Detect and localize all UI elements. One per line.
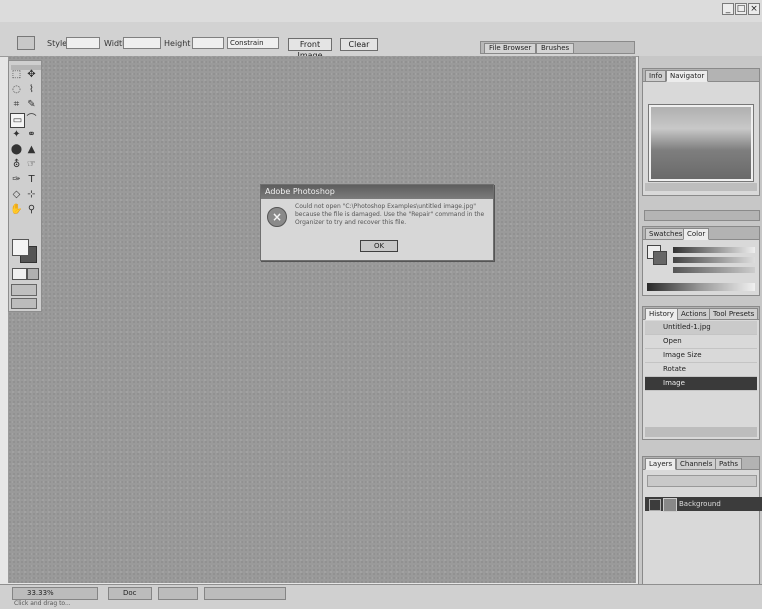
pen-icon[interactable]: ◇	[10, 188, 23, 201]
color-panel: Swatches Color	[642, 226, 760, 296]
tab-paths[interactable]: Paths	[715, 458, 743, 470]
marquee-icon[interactable]: ⬚	[10, 68, 23, 81]
layers-tabbar: Layers Channels Paths	[643, 457, 759, 470]
close-window-button[interactable]: ×	[748, 3, 760, 15]
marquee-tool-icon[interactable]	[17, 36, 35, 50]
color-slider-b[interactable]	[673, 267, 755, 273]
height-label: Height	[164, 39, 191, 48]
history-item-open[interactable]: Open	[645, 335, 757, 349]
tab-tool-presets[interactable]: Tool Presets	[709, 308, 759, 320]
well-tab-brushes[interactable]: Brushes	[536, 43, 575, 54]
jump-to-imageready-icon[interactable]	[11, 298, 37, 309]
tab-swatches[interactable]: Swatches	[645, 228, 687, 240]
navigator-zoom-slider[interactable]	[645, 183, 757, 191]
layers-panel: Layers Channels Paths Background	[642, 456, 762, 604]
history-item-rotate[interactable]: Rotate	[645, 363, 757, 377]
front-image-button[interactable]: Front Image	[288, 38, 332, 60]
tab-color[interactable]: Color	[683, 228, 710, 240]
eraser-icon[interactable]: ⬤	[10, 143, 23, 156]
move-icon[interactable]: ✥	[25, 68, 38, 81]
status-item-3[interactable]	[158, 587, 198, 600]
status-zoom[interactable]: 33.33%	[12, 587, 98, 600]
dodge-icon[interactable]: ☞	[25, 158, 38, 171]
status-text: Click and drag to...	[14, 600, 71, 607]
blur-icon[interactable]: ⛢	[10, 158, 23, 171]
error-icon: ×	[267, 207, 287, 227]
color-slider-r[interactable]	[673, 247, 755, 253]
well-tab-file-browser[interactable]: File Browser	[484, 43, 537, 54]
lasso-icon[interactable]: ◌	[10, 83, 23, 96]
history-brush-icon[interactable]: ⚭	[25, 128, 38, 141]
crop-icon[interactable]: ⌗	[10, 98, 23, 111]
status-doc[interactable]: Doc	[108, 587, 152, 600]
clear-button[interactable]: Clear	[340, 38, 378, 51]
tab-actions[interactable]: Actions	[677, 308, 711, 320]
color-ramp[interactable]	[647, 283, 755, 291]
layer-blend-mode[interactable]	[647, 475, 757, 487]
navigator-panel: Info Navigator	[642, 68, 760, 196]
history-footer	[645, 427, 757, 437]
navigator-footer	[644, 210, 760, 221]
history-tabbar: History Actions Tool Presets	[643, 307, 759, 320]
constrain-select[interactable]: Constrain	[227, 37, 279, 49]
dialog-message: Could not open "C:\Photoshop Examples\un…	[295, 203, 485, 226]
history-list: Untitled-1.jpg Open Image Size Rotate Im…	[645, 321, 757, 391]
maximize-button[interactable]: □	[735, 3, 747, 15]
history-item-image[interactable]: Image	[645, 377, 757, 391]
hand-icon[interactable]: ✋	[10, 203, 23, 216]
color-bg-swatch[interactable]	[653, 251, 667, 265]
clone-stamp-icon[interactable]: ✦	[10, 128, 23, 141]
width-field[interactable]	[123, 37, 161, 49]
slice-icon[interactable]: ✎	[25, 98, 38, 111]
navigator-tabbar: Info Navigator	[643, 69, 759, 82]
color-tabbar: Swatches Color	[643, 227, 759, 240]
minimize-button[interactable]: _	[722, 3, 734, 15]
magic-wand-icon[interactable]: ⌇	[25, 83, 38, 96]
path-selection-icon[interactable]: ✑	[10, 173, 23, 186]
navigator-thumbnail[interactable]	[649, 105, 753, 181]
ok-button[interactable]: OK	[360, 240, 398, 252]
history-snapshot[interactable]: Untitled-1.jpg	[645, 321, 757, 335]
style-field[interactable]	[66, 37, 100, 49]
tab-channels[interactable]: Channels	[676, 458, 717, 470]
palette-well: File Browser Brushes	[480, 41, 635, 54]
history-panel: History Actions Tool Presets Untitled-1.…	[642, 306, 760, 440]
tab-layers[interactable]: Layers	[645, 458, 677, 470]
layer-thumbnail	[663, 498, 677, 512]
tab-navigator[interactable]: Navigator	[666, 70, 709, 82]
standard-mode-icon[interactable]	[12, 268, 27, 280]
foreground-color-swatch[interactable]	[12, 239, 29, 256]
zoom-icon[interactable]: ⚲	[25, 203, 38, 216]
dialog-title: Adobe Photoshop	[261, 185, 493, 199]
healing-brush-icon[interactable]: ▭	[10, 113, 25, 128]
menu-bar	[0, 0, 762, 23]
tab-info[interactable]: Info	[645, 70, 667, 82]
type-icon[interactable]: T	[25, 173, 38, 186]
style-label: Style	[47, 39, 68, 48]
eye-icon[interactable]	[649, 499, 661, 511]
tab-history[interactable]: History	[645, 308, 678, 320]
history-item-image-size[interactable]: Image Size	[645, 349, 757, 363]
screen-mode-icon[interactable]	[11, 284, 37, 296]
error-dialog: Adobe Photoshop × Could not open "C:\Pho…	[260, 184, 494, 261]
shape-icon[interactable]: ⊹	[25, 188, 38, 201]
color-slider-g[interactable]	[673, 257, 755, 263]
status-item-4[interactable]	[204, 587, 286, 600]
height-field[interactable]	[192, 37, 224, 49]
brush-icon[interactable]: ⌒	[25, 113, 38, 126]
quick-mask-icon[interactable]	[27, 268, 39, 280]
gradient-icon[interactable]: ▲	[25, 143, 38, 156]
document-workspace[interactable]	[8, 56, 636, 583]
